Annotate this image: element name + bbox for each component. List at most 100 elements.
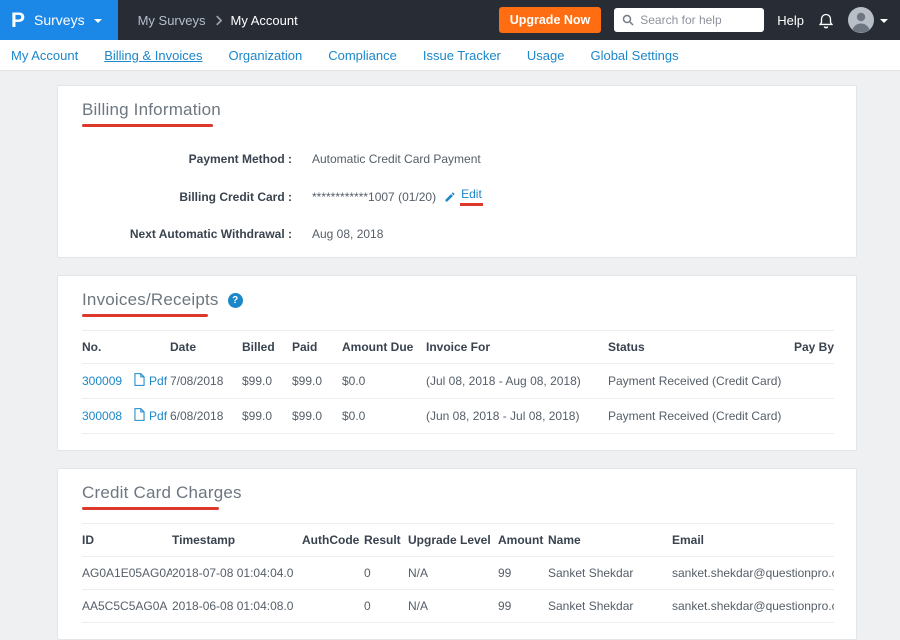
col-pay-by: Pay By [784, 331, 834, 364]
charge-amount: 99 [498, 590, 548, 623]
invoice-pay-by [784, 364, 834, 399]
chevron-right-icon [215, 15, 222, 26]
questionpro-logo: P [11, 10, 25, 31]
invoice-date: 6/08/2018 [170, 399, 242, 434]
col-amount: Amount [498, 524, 548, 557]
credit-card-charges-card: Credit Card Charges ID Timestamp AuthCod… [57, 468, 857, 640]
edit-link-label: Edit [460, 187, 483, 206]
payment-method-row: Payment Method : Automatic Credit Card P… [82, 152, 832, 166]
avatar [848, 7, 874, 33]
chevron-down-icon [880, 19, 888, 23]
edit-credit-card-link[interactable]: Edit [444, 187, 483, 206]
invoice-status: Payment Received (Credit Card) [608, 399, 784, 434]
charge-row: AA5C5C5AG0A 2018-06-08 01:04:08.0 0 N/A … [82, 590, 834, 623]
tab-my-account[interactable]: My Account [11, 48, 78, 63]
charges-header-row: ID Timestamp AuthCode Result Upgrade Lev… [82, 524, 834, 557]
breadcrumb: My Surveys My Account [138, 13, 298, 28]
invoice-pdf-link[interactable]: Pdf [134, 373, 167, 389]
invoice-number-link[interactable]: 300008 [82, 409, 122, 423]
next-withdrawal-row: Next Automatic Withdrawal : Aug 08, 2018 [82, 227, 832, 241]
col-billed: Billed [242, 331, 292, 364]
charge-timestamp: 2018-07-08 01:04:04.0 [172, 557, 302, 590]
billing-fields: Payment Method : Automatic Credit Card P… [82, 152, 832, 241]
invoice-pay-by [784, 399, 834, 434]
next-withdrawal-label: Next Automatic Withdrawal : [82, 227, 292, 241]
invoice-for: (Jun 08, 2018 - Jul 08, 2018) [426, 399, 608, 434]
billing-information-title: Billing Information [82, 100, 832, 120]
charge-authcode [302, 557, 364, 590]
invoice-pdf-link[interactable]: Pdf [134, 408, 167, 424]
billing-credit-card-value: ************1007 (01/20) [312, 190, 436, 204]
charges-table: ID Timestamp AuthCode Result Upgrade Lev… [82, 523, 834, 623]
col-no: No. [82, 331, 170, 364]
product-switcher[interactable]: P Surveys [0, 0, 118, 40]
charge-row: AG0A1E05AG0A 2018-07-08 01:04:04.0 0 N/A… [82, 557, 834, 590]
upgrade-now-button[interactable]: Upgrade Now [499, 7, 602, 33]
invoice-amount-due: $0.0 [342, 399, 426, 434]
charge-timestamp: 2018-06-08 01:04:08.0 [172, 590, 302, 623]
charge-upgrade-level: N/A [408, 590, 498, 623]
invoice-status: Payment Received (Credit Card) [608, 364, 784, 399]
col-date: Date [170, 331, 242, 364]
charge-email: sanket.shekdar@questionpro.com [672, 590, 834, 623]
breadcrumb-my-surveys[interactable]: My Surveys [138, 13, 206, 28]
col-timestamp: Timestamp [172, 524, 302, 557]
chevron-down-icon [94, 19, 102, 23]
col-amount-due: Amount Due [342, 331, 426, 364]
pdf-icon [134, 408, 145, 424]
credit-card-charges-title: Credit Card Charges [82, 483, 832, 503]
invoice-row: 300009 Pdf 7/08/2018 $99.0 $99.0 $0.0 [82, 364, 834, 399]
help-question-icon[interactable]: ? [228, 293, 243, 308]
charge-name: Sanket Shekdar [548, 557, 672, 590]
help-link[interactable]: Help [777, 13, 804, 28]
billing-credit-card-row: Billing Credit Card : ************1007 (… [82, 187, 832, 206]
col-authcode: AuthCode [302, 524, 364, 557]
tab-compliance[interactable]: Compliance [328, 48, 397, 63]
col-email: Email [672, 524, 834, 557]
account-nav: My Account Billing & Invoices Organizati… [0, 40, 900, 71]
col-upgrade-level: Upgrade Level [408, 524, 498, 557]
charge-amount: 99 [498, 557, 548, 590]
tab-issue-tracker[interactable]: Issue Tracker [423, 48, 501, 63]
payment-method-value: Automatic Credit Card Payment [312, 152, 481, 166]
search-icon [622, 14, 634, 26]
col-paid: Paid [292, 331, 342, 364]
invoice-row: 300008 Pdf 6/08/2018 $99.0 $99.0 $0.0 [82, 399, 834, 434]
invoice-amount-due: $0.0 [342, 364, 426, 399]
account-menu[interactable] [848, 7, 888, 33]
col-result: Result [364, 524, 408, 557]
pdf-icon [134, 373, 145, 389]
tab-usage[interactable]: Usage [527, 48, 565, 63]
charge-email: sanket.shekdar@questionpro.com [672, 557, 834, 590]
invoice-billed: $99.0 [242, 399, 292, 434]
col-status: Status [608, 331, 784, 364]
tab-global-settings[interactable]: Global Settings [590, 48, 678, 63]
top-bar: P Surveys My Surveys My Account Upgrade … [0, 0, 900, 40]
pdf-link-label: Pdf [149, 374, 167, 388]
breadcrumb-current: My Account [231, 13, 298, 28]
notifications-bell-icon[interactable] [817, 11, 835, 30]
search-input[interactable] [614, 8, 764, 32]
invoices-table: No. Date Billed Paid Amount Due Invoice … [82, 330, 834, 434]
charge-authcode [302, 590, 364, 623]
pdf-link-label: Pdf [149, 409, 167, 423]
charge-result: 0 [364, 557, 408, 590]
charge-name: Sanket Shekdar [548, 590, 672, 623]
help-search [614, 8, 764, 32]
charge-upgrade-level: N/A [408, 557, 498, 590]
charge-id: AG0A1E05AG0A [82, 557, 172, 590]
annotation-underline [82, 314, 208, 317]
invoice-date: 7/08/2018 [170, 364, 242, 399]
billing-information-card: Billing Information Payment Method : Aut… [57, 85, 857, 258]
col-id: ID [82, 524, 172, 557]
next-withdrawal-value: Aug 08, 2018 [312, 227, 383, 241]
annotation-underline [82, 124, 213, 127]
invoice-number-link[interactable]: 300009 [82, 374, 122, 388]
charge-id: AA5C5C5AG0A [82, 590, 172, 623]
tab-billing-invoices[interactable]: Billing & Invoices [104, 48, 202, 63]
col-name: Name [548, 524, 672, 557]
col-invoice-for: Invoice For [426, 331, 608, 364]
invoice-billed: $99.0 [242, 364, 292, 399]
tab-organization[interactable]: Organization [228, 48, 302, 63]
edit-pencil-icon [444, 191, 456, 203]
